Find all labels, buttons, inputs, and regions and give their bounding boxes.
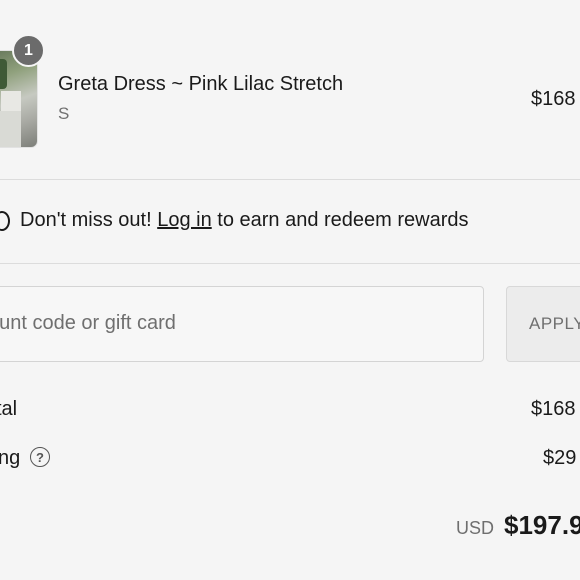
currency-code: USD (456, 518, 495, 538)
subtotal-label: tal (0, 398, 18, 420)
rewards-suffix: to earn and redeem rewards (211, 209, 469, 231)
subtotal-value: $168 (531, 398, 576, 420)
help-icon[interactable]: ? (30, 447, 50, 467)
reward-icon (0, 211, 10, 231)
shipping-value: $29 (543, 447, 577, 469)
rewards-message: Don't miss out! Log in to earn and redee… (20, 209, 469, 232)
total-value: $197.9 (504, 510, 580, 540)
login-link[interactable]: Log in (157, 209, 212, 231)
discount-code-placeholder: ount code or gift card (0, 312, 176, 334)
rewards-prefix: Don't miss out! (20, 209, 158, 231)
product-name: Greta Dress ~ Pink Lilac Stretch (58, 73, 344, 95)
checkout-order-summary: 1 Greta Dress ~ Pink Lilac Stretch S $16… (0, 0, 580, 580)
apply-discount-button[interactable]: APPLY (506, 286, 580, 362)
product-variant: S (58, 104, 70, 123)
divider (0, 263, 580, 264)
product-price: $168 (531, 88, 576, 110)
quantity-badge: 1 (12, 34, 45, 67)
divider (0, 179, 580, 180)
shipping-label: ng (0, 447, 21, 469)
